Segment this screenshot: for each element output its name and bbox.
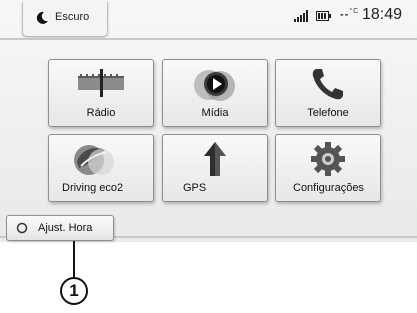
status-bar-divider [0,38,417,40]
set-time-label: Ajust. Hora [38,222,93,234]
callout-number: 1 [60,277,88,305]
navigation-arrow-icon [204,142,226,176]
moon-icon [36,11,48,24]
clock-ring-icon [16,222,28,234]
gps-label: GPS [183,182,207,194]
media-tile[interactable]: Mídia [162,59,268,127]
settings-tile[interactable]: Configurações [275,134,381,202]
phone-label: Telefone [307,107,349,119]
driving-eco2-label: Driving eco2 [62,182,124,194]
driving-eco2-tile[interactable]: Driving eco2 [48,134,154,202]
radio-label: Rádio [86,107,116,119]
day-night-mode-tab[interactable]: Escuro [22,2,108,37]
phone-handset-icon [312,69,343,100]
media-label: Mídia [201,107,229,119]
callout-leader-line [73,241,75,277]
signal-strength-icon [294,10,308,22]
media-play-icon [194,70,235,101]
settings-gear-icon [311,142,345,176]
head-unit-screen: Escuro --°C 18:49 Rádio Mídia Telefone D… [0,0,417,242]
phone-tile[interactable]: Telefone [275,59,381,127]
clock: 18:49 [362,6,403,23]
status-bar: Escuro --°C 18:49 [0,0,417,40]
mode-label: Escuro [55,11,90,23]
driving-eco-leaf-icon [74,145,114,175]
battery-icon [316,11,331,21]
settings-label: Configurações [293,182,364,194]
gps-tile[interactable]: GPS [162,134,268,202]
radio-dial-icon [78,69,124,97]
radio-tile[interactable]: Rádio [48,59,154,127]
set-time-button[interactable]: Ajust. Hora [6,215,114,241]
outside-temperature: --°C [340,8,360,21]
